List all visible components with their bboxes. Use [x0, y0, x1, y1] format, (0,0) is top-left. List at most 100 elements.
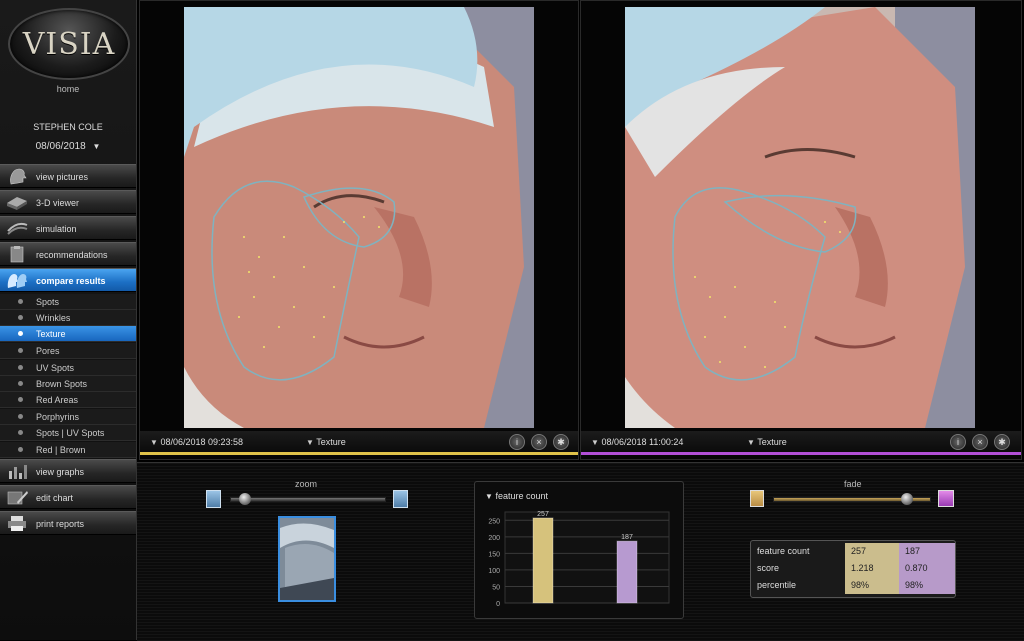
- subnav-label: Spots: [36, 297, 60, 307]
- stats-left-value: 1.218: [845, 560, 899, 577]
- right-face-photo[interactable]: [625, 7, 975, 428]
- home-link[interactable]: home: [0, 84, 136, 94]
- right-accent-bar: [581, 452, 1021, 455]
- left-image-toolbar: ▼ 08/06/2018 09:23:58 ▼ Texture i × ✱: [140, 431, 578, 453]
- stats-label: feature count: [757, 546, 810, 556]
- nav-simulation[interactable]: simulation: [0, 216, 136, 240]
- subnav-spots[interactable]: Spots: [0, 294, 136, 310]
- y-tick-label: 250: [488, 518, 500, 525]
- patient-date-dropdown[interactable]: 08/06/2018 ▼: [0, 141, 136, 152]
- stats-left-value: 98%: [845, 577, 899, 594]
- zoom-slider[interactable]: [230, 497, 386, 502]
- nav-edit-chart[interactable]: edit chart: [0, 485, 136, 509]
- bar-value-label: 187: [621, 534, 633, 541]
- bar-value-label: 257: [537, 511, 549, 518]
- nav-print-reports[interactable]: print reports: [0, 511, 136, 535]
- close-icon[interactable]: ×: [972, 434, 988, 450]
- nav-label: print reports: [36, 519, 85, 529]
- right-mode: Texture: [757, 437, 787, 447]
- nav-recommendations[interactable]: recommendations: [0, 242, 136, 266]
- nav-3d-viewer[interactable]: 3-D viewer: [0, 190, 136, 214]
- chart-plot-area: [504, 511, 670, 604]
- right-timestamp-dropdown[interactable]: ▼ 08/06/2018 11:00:24: [591, 437, 683, 447]
- left-mode: Texture: [316, 437, 346, 447]
- bullet-icon: [18, 365, 23, 370]
- info-icon[interactable]: i: [509, 434, 525, 450]
- nav-label: view graphs: [36, 467, 85, 477]
- patient-date-value: 08/06/2018: [35, 141, 86, 152]
- visia-logo[interactable]: VISIA: [8, 8, 130, 80]
- clipboard-icon: [10, 246, 24, 263]
- nav-view-graphs[interactable]: view graphs: [0, 459, 136, 483]
- y-tick-label: 200: [488, 535, 500, 542]
- fade-right-swatch[interactable]: [938, 490, 954, 507]
- nav-compare-results[interactable]: compare results: [0, 268, 136, 292]
- info-icon[interactable]: i: [950, 434, 966, 450]
- sidebar: VISIA home STEPHEN COLE 08/06/2018 ▼ vie…: [0, 0, 137, 640]
- subnav-brown-spots[interactable]: Brown Spots: [0, 376, 136, 392]
- right-mode-dropdown[interactable]: ▼ Texture: [747, 437, 787, 447]
- bullet-icon: [18, 381, 23, 386]
- subnav-wrinkles[interactable]: Wrinkles: [0, 310, 136, 326]
- bullet-icon: [18, 331, 23, 336]
- stats-right-value: 0.870: [899, 560, 955, 577]
- feature-count-panel: ▼ feature count 0 50 100 150 200 250 257 187: [474, 481, 684, 619]
- printer-icon: [8, 516, 26, 531]
- bullet-icon: [18, 430, 23, 435]
- left-face-photo[interactable]: [184, 7, 534, 428]
- left-accent-bar: [140, 452, 578, 455]
- close-icon[interactable]: ×: [531, 434, 547, 450]
- settings-icon[interactable]: ✱: [553, 434, 569, 450]
- subnav-texture[interactable]: Texture: [0, 326, 136, 342]
- chart-bar: [616, 540, 638, 604]
- chevron-down-icon: ▼: [306, 438, 314, 447]
- y-tick-label: 100: [488, 568, 500, 575]
- nav-view-pictures[interactable]: view pictures: [0, 164, 136, 188]
- subnav-label: Red Areas: [36, 395, 79, 405]
- nav-label: simulation: [36, 224, 77, 234]
- face-profile-icon: [10, 168, 27, 185]
- right-timestamp: 08/06/2018 11:00:24: [601, 437, 684, 447]
- bullet-icon: [18, 447, 23, 452]
- left-timestamp: 08/06/2018 09:23:58: [160, 437, 244, 447]
- stats-label: score: [757, 563, 780, 573]
- bullet-icon: [18, 397, 23, 402]
- stats-row: score 1.218 0.870: [751, 560, 955, 577]
- settings-icon[interactable]: ✱: [994, 434, 1010, 450]
- chart-bar: [532, 517, 554, 604]
- zoom-out-face-icon[interactable]: [206, 490, 221, 508]
- subnav-porphyrins[interactable]: Porphyrins: [0, 409, 136, 425]
- right-image-panel: ▼ 08/06/2018 11:00:24 ▼ Texture i × ✱: [580, 0, 1022, 460]
- subnav-red-brown[interactable]: Red | Brown: [0, 442, 136, 458]
- left-timestamp-dropdown[interactable]: ▼ 08/06/2018 09:23:58: [150, 437, 243, 447]
- stats-table: feature count 257 187 score 1.218 0.870 …: [750, 540, 956, 598]
- chevron-down-icon: ▼: [150, 438, 158, 447]
- zoom-in-face-icon[interactable]: [393, 490, 408, 508]
- fade-left-swatch[interactable]: [750, 490, 764, 507]
- chevron-down-icon: ▼: [591, 438, 599, 447]
- stats-label: percentile: [757, 580, 797, 590]
- right-image-toolbar: ▼ 08/06/2018 11:00:24 ▼ Texture i × ✱: [581, 431, 1021, 453]
- nav-label: 3-D viewer: [36, 198, 80, 208]
- subnav-label: Pores: [36, 346, 60, 356]
- fade-label: fade: [844, 479, 862, 489]
- chevron-down-icon: ▼: [747, 438, 755, 447]
- stats-right-value: 187: [899, 543, 955, 560]
- left-mode-dropdown[interactable]: ▼ Texture: [306, 437, 346, 447]
- stats-left-value: 257: [845, 543, 899, 560]
- subnav-label: Brown Spots: [36, 379, 88, 389]
- subnav-spots-uv-spots[interactable]: Spots | UV Spots: [0, 425, 136, 441]
- subnav-uv-spots[interactable]: UV Spots: [0, 360, 136, 376]
- subnav-pores[interactable]: Pores: [0, 343, 136, 359]
- y-tick-label: 150: [488, 551, 500, 558]
- nav-label: compare results: [36, 276, 106, 286]
- nav-label: recommendations: [36, 250, 108, 260]
- 3d-model-icon: [7, 197, 27, 210]
- bullet-icon: [18, 348, 23, 353]
- subnav-label: Spots | UV Spots: [36, 428, 105, 438]
- subnav-red-areas[interactable]: Red Areas: [0, 392, 136, 408]
- subnav-label: Wrinkles: [36, 313, 71, 323]
- bullet-icon: [18, 315, 23, 320]
- zoom-thumbnail[interactable]: [278, 516, 336, 602]
- stats-right-value: 98%: [899, 577, 955, 594]
